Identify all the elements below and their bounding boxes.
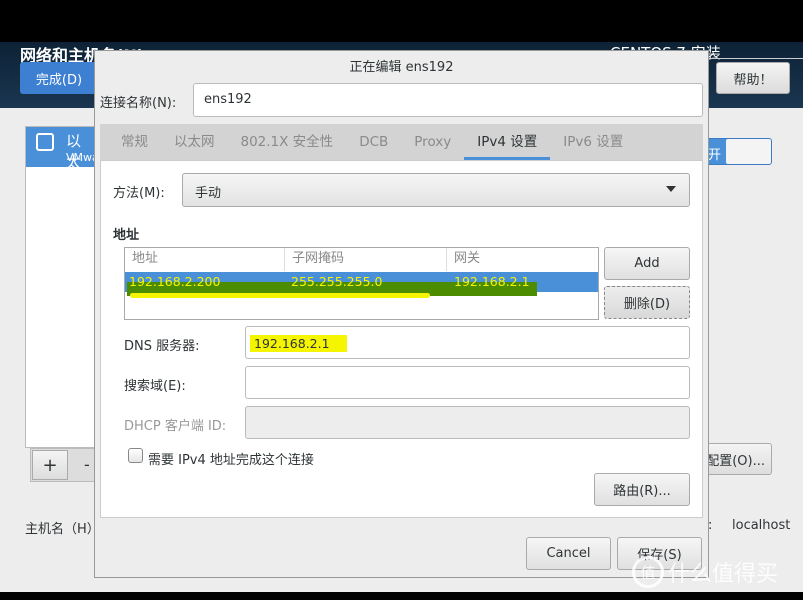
help-button[interactable]: 帮助！: [716, 62, 790, 94]
search-domains-input[interactable]: [245, 366, 690, 399]
watermark: 值 什么值得买: [632, 556, 778, 588]
dns-value[interactable]: 192.168.2.1: [250, 335, 347, 352]
cell-gateway[interactable]: 192.168.2.1: [454, 274, 530, 289]
dhcp-client-id-label: DHCP 客户端 ID:: [124, 419, 227, 434]
toggle-label: 开: [708, 148, 722, 163]
routes-button[interactable]: 路由(R)...: [594, 473, 690, 506]
tab-dcb[interactable]: DCB: [346, 124, 401, 160]
tab-8021x-security[interactable]: 802.1X 安全性: [228, 124, 347, 160]
device-list-item[interactable]: 以太 VMwa: [26, 127, 99, 171]
done-button[interactable]: 完成(D): [20, 62, 98, 94]
network-icon: [36, 133, 54, 151]
remove-device-button[interactable]: -: [84, 455, 90, 474]
hostname-label: 主机名（H）: [25, 522, 100, 537]
connection-name-input[interactable]: ens192: [193, 83, 703, 117]
dns-label: DNS 服务器:: [124, 339, 200, 354]
configure-button[interactable]: 配置(O)...: [704, 443, 772, 475]
column-header-address[interactable]: 地址: [125, 248, 285, 271]
chevron-down-icon: [666, 186, 676, 192]
add-address-button[interactable]: Add: [604, 247, 690, 280]
dhcp-client-id-input[interactable]: [245, 406, 690, 439]
search-domains-label: 搜索域(E):: [124, 379, 186, 394]
dialog-title: 正在编辑 ens192: [349, 60, 454, 75]
addresses-heading: 地址: [113, 228, 140, 243]
highlight-mark: [130, 293, 430, 298]
connection-name-label: 连接名称(N):: [100, 96, 177, 111]
column-header-gateway[interactable]: 网关: [447, 248, 598, 271]
tab-proxy[interactable]: Proxy: [401, 124, 464, 160]
method-label: 方法(M):: [113, 186, 165, 201]
delete-address-button[interactable]: 删除(D): [604, 286, 690, 319]
device-list: [25, 126, 95, 448]
settings-tabs: 常规 以太网 802.1X 安全性 DCB Proxy IPv4 设置 IPv6…: [100, 124, 703, 160]
tab-ipv6-settings[interactable]: IPv6 设置: [550, 124, 636, 160]
require-ipv4-checkbox[interactable]: [128, 448, 143, 463]
method-select[interactable]: 手动: [182, 173, 690, 207]
column-header-netmask[interactable]: 子网掩码: [285, 248, 447, 271]
tab-ethernet[interactable]: 以太网: [161, 124, 228, 160]
watermark-logo: 值: [632, 556, 664, 588]
tab-ipv4-settings[interactable]: IPv4 设置: [464, 124, 551, 160]
add-device-button[interactable]: +: [32, 450, 68, 480]
require-ipv4-label[interactable]: 需要 IPv4 地址完成这个连接: [148, 449, 314, 468]
tab-general[interactable]: 常规: [108, 124, 161, 160]
toggle-knob[interactable]: [726, 139, 771, 164]
hostname-value: localhost: [732, 518, 791, 533]
cancel-button[interactable]: Cancel: [526, 537, 611, 570]
watermark-text: 什么值得买: [668, 562, 779, 587]
cell-netmask[interactable]: 255.255.255.0: [291, 274, 382, 289]
cell-address[interactable]: 192.168.2.200: [129, 274, 220, 289]
